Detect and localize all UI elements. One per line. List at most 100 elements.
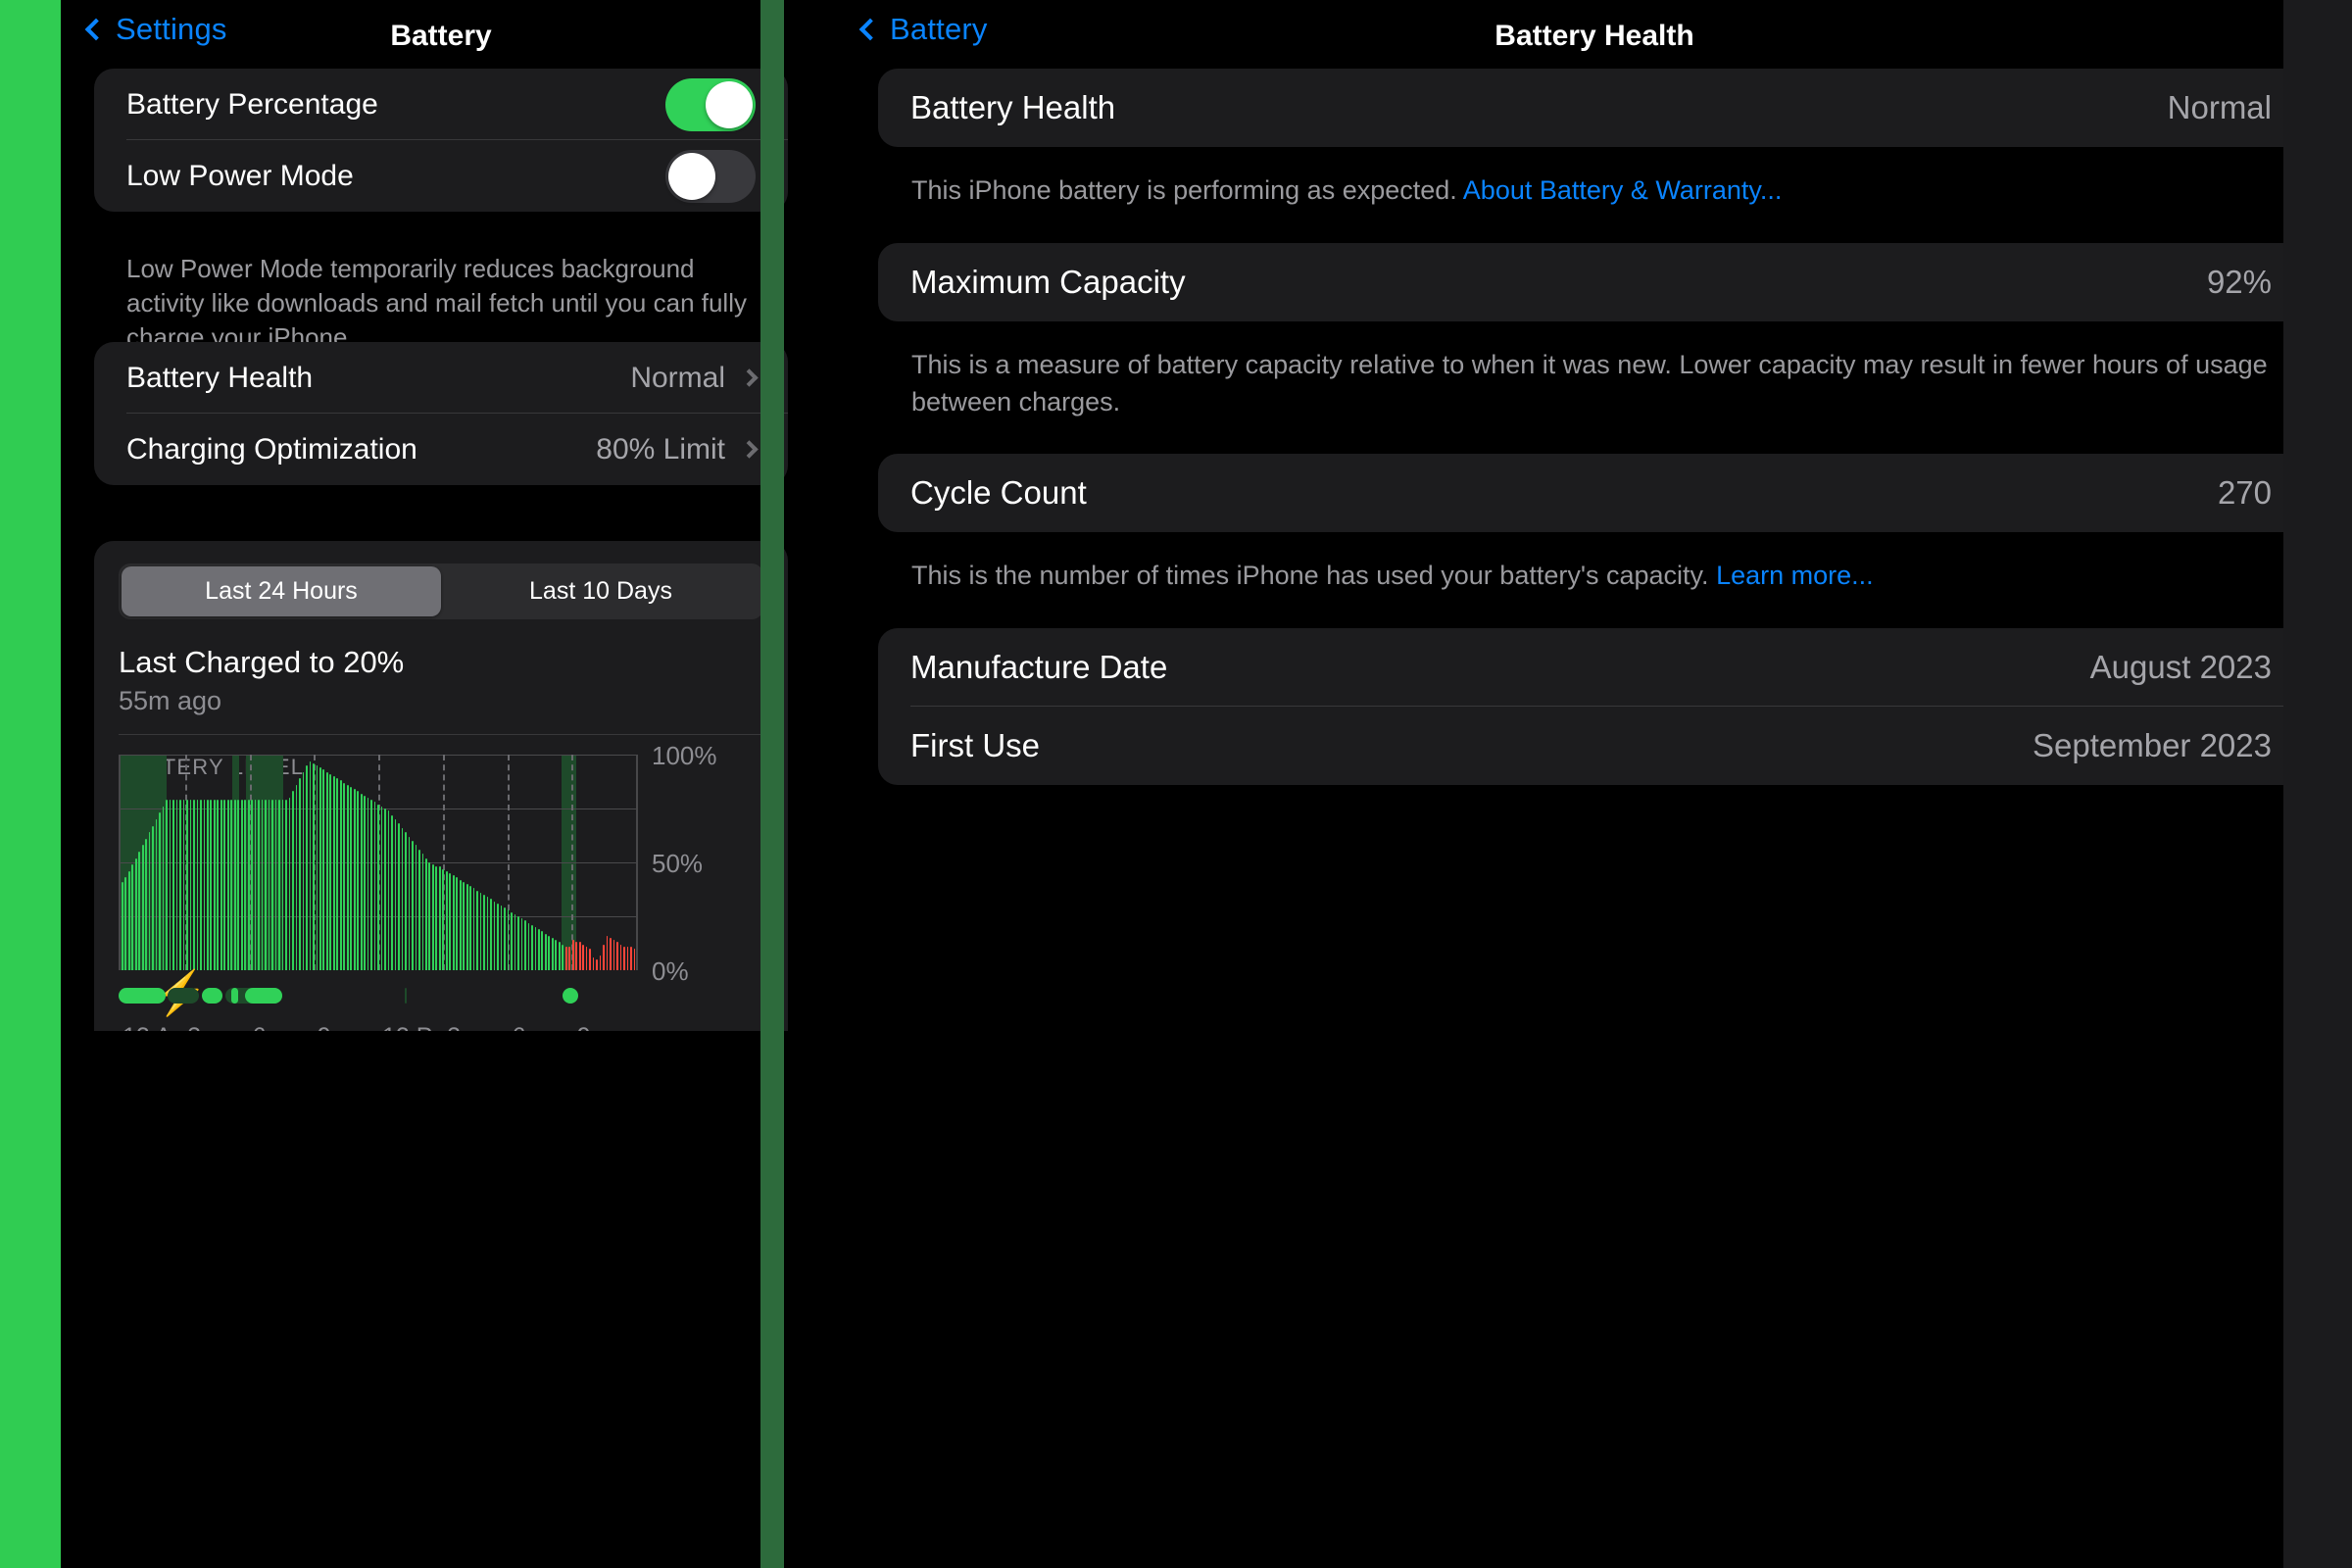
chart-bar xyxy=(511,911,513,970)
chart-bar xyxy=(623,946,625,970)
chart-bar xyxy=(405,832,407,970)
row-battery-health[interactable]: Battery Health Normal xyxy=(94,342,788,414)
row-battery-percentage[interactable]: Battery Percentage xyxy=(94,69,788,140)
chart-bar xyxy=(493,901,496,970)
device-edge-gray-right xyxy=(2283,0,2352,1568)
low-power-mode-toggle[interactable] xyxy=(665,149,756,203)
x-axis-tick-label: 3 xyxy=(187,1023,201,1031)
battery-percentage-label: Battery Percentage xyxy=(126,87,378,121)
chart-bar xyxy=(421,854,424,970)
row-charging-optimization[interactable]: Charging Optimization 80% Limit xyxy=(94,414,788,485)
charging-segment xyxy=(244,988,282,1004)
row-low-power-mode[interactable]: Low Power Mode xyxy=(94,140,788,212)
chart-bar xyxy=(633,949,636,970)
chart-bar xyxy=(612,940,615,970)
chart-bar xyxy=(230,800,233,970)
chart-bar xyxy=(398,823,400,970)
chart-bar xyxy=(251,800,253,970)
charging-indicator-strip: ⚡ xyxy=(119,972,638,1017)
chart-bar xyxy=(261,800,264,970)
toggle-knob-icon xyxy=(706,80,753,128)
chart-bar xyxy=(159,812,161,970)
chart-y-axis-labels: 100% 50% 0% xyxy=(648,741,765,986)
chart-bar xyxy=(281,800,284,970)
chart-bar xyxy=(302,771,305,970)
cycle-count-value: 270 xyxy=(2217,474,2272,512)
chart-bar xyxy=(316,765,318,970)
segment-last-10-days[interactable]: Last 10 Days xyxy=(441,566,760,616)
charging-optimization-value: 80% Limit xyxy=(596,432,725,466)
chart-bar xyxy=(285,800,287,970)
chart-bar xyxy=(220,800,222,970)
chart-bar xyxy=(401,827,404,970)
segment-last-24-hours[interactable]: Last 24 Hours xyxy=(122,566,441,616)
battery-level-chart[interactable]: 100% 50% 0% ⚡ 12 A 3 6 9 12 P 3 6 9 xyxy=(119,741,765,1031)
chart-bar xyxy=(415,845,417,970)
chart-bar xyxy=(527,922,530,970)
chart-plot-area xyxy=(119,755,638,970)
chart-bar xyxy=(134,858,137,970)
chart-bar xyxy=(318,767,321,970)
chart-bar xyxy=(309,760,312,970)
chart-bar xyxy=(582,944,584,970)
chart-bar xyxy=(254,800,257,970)
chart-bar xyxy=(524,920,526,970)
about-battery-warranty-link[interactable]: About Battery & Warranty... xyxy=(1463,175,1783,205)
learn-more-link[interactable]: Learn more... xyxy=(1716,561,1874,590)
chart-bar xyxy=(571,940,574,970)
chart-bar xyxy=(364,795,366,970)
chart-bar xyxy=(295,784,298,970)
toggle-knob-icon xyxy=(668,152,715,200)
left-navbar: Settings Battery xyxy=(61,0,821,71)
chart-bar xyxy=(630,946,632,970)
chart-bar xyxy=(507,909,510,970)
charging-segment xyxy=(119,988,166,1004)
chart-bar xyxy=(121,881,123,970)
chart-bar xyxy=(196,800,199,970)
battery-percentage-toggle[interactable] xyxy=(665,77,756,131)
chart-bar xyxy=(233,800,236,970)
battery-usage-card: Last 24 Hours Last 10 Days Last Charged … xyxy=(94,541,788,1031)
chart-bar xyxy=(394,819,397,970)
chart-bar xyxy=(166,800,168,970)
chart-bar xyxy=(346,784,349,970)
chart-bar xyxy=(428,862,431,970)
chart-bar xyxy=(387,810,390,970)
chart-bar xyxy=(408,836,411,970)
chart-bar xyxy=(610,938,612,970)
chart-bar xyxy=(367,798,369,970)
chart-bar xyxy=(299,778,301,970)
x-axis-tick-label: 12 P xyxy=(382,1023,432,1031)
chart-bars xyxy=(121,755,636,970)
chart-bar xyxy=(336,778,339,970)
chart-bar xyxy=(377,804,379,970)
chart-bar xyxy=(247,800,250,970)
chart-bar xyxy=(537,929,540,970)
chart-bar xyxy=(435,866,438,970)
x-axis-tick-label: 6 xyxy=(513,1023,526,1031)
chart-bar xyxy=(619,944,622,970)
chart-x-axis-labels: 12 A 3 6 9 12 P 3 6 9 xyxy=(119,1023,638,1031)
chart-bar xyxy=(127,870,130,970)
chart-bar xyxy=(353,789,356,970)
chart-bar xyxy=(207,800,209,970)
right-navbar: Battery Battery Health xyxy=(845,0,2344,71)
row-manufacture-date: Manufacture Date August 2023 xyxy=(878,628,2304,708)
chart-bar xyxy=(162,806,165,970)
chart-bar xyxy=(258,800,260,970)
chart-bar xyxy=(226,800,229,970)
chart-bar xyxy=(544,933,547,970)
chart-bar xyxy=(265,800,267,970)
maximum-capacity-card: Maximum Capacity 92% xyxy=(878,242,2304,321)
time-range-segmented-control[interactable]: Last 24 Hours Last 10 Days xyxy=(119,564,763,619)
battery-health-footnote-text: This iPhone battery is performing as exp… xyxy=(911,175,1463,205)
chart-bar xyxy=(274,800,277,970)
last-charged-title: Last Charged to 20% xyxy=(119,645,405,679)
cycle-count-label: Cycle Count xyxy=(910,474,1087,512)
manufacture-date-value: August 2023 xyxy=(2089,649,2272,686)
chevron-right-icon xyxy=(740,368,759,387)
chart-bar xyxy=(562,944,564,970)
chart-bar xyxy=(124,877,127,970)
chart-bar xyxy=(213,800,216,970)
charging-segment xyxy=(404,988,407,1004)
